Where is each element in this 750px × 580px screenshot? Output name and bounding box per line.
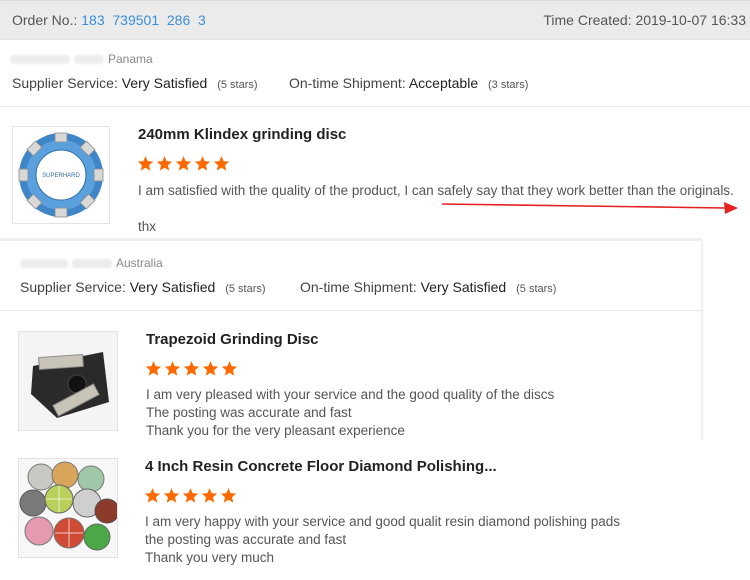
time-created-value: 2019-10-07 16:33 xyxy=(635,12,746,28)
divider xyxy=(0,310,702,311)
star-icon xyxy=(201,488,218,503)
star-icon xyxy=(183,361,200,376)
time-created-label: Time Created: xyxy=(543,12,632,28)
star-icon xyxy=(156,156,173,171)
shipment-value: Acceptable xyxy=(408,75,479,91)
star-icon xyxy=(163,488,180,503)
order-number-link[interactable]: 183 739501 286 3 xyxy=(81,12,206,28)
redacted-buyer-name xyxy=(72,259,112,269)
divider xyxy=(0,106,750,107)
star-icon xyxy=(220,488,237,503)
review-text-line: I am very pleased with your service and … xyxy=(146,387,555,402)
product-star-rating xyxy=(145,360,240,382)
redacted-buyer-name xyxy=(74,55,104,65)
annotation-arrow-icon xyxy=(441,202,738,214)
review-text-line: I am very happy with your service and go… xyxy=(145,514,621,529)
star-icon xyxy=(202,361,219,376)
review-text-line: the posting was accurate and fast xyxy=(145,532,347,547)
star-icon xyxy=(175,156,192,171)
supplier-service-label: Supplier Service: xyxy=(20,279,126,295)
star-icon xyxy=(182,488,199,503)
shipment-label: On-time Shipment: xyxy=(300,279,417,295)
shipment-value: Very Satisfied xyxy=(420,279,507,295)
product-thumbnail[interactable] xyxy=(18,458,118,558)
product-title[interactable]: 240mm Klindex grinding disc xyxy=(138,126,346,143)
supplier-service-rating: Supplier Service: Very Satisfied (5 star… xyxy=(20,279,266,295)
product-thumbnail[interactable] xyxy=(18,331,118,431)
disc-brand-text: SUPERHARD xyxy=(42,173,80,179)
supplier-service-value: Very Satisfied xyxy=(121,75,208,91)
star-icon xyxy=(144,488,161,503)
star-icon xyxy=(213,156,230,171)
star-icon xyxy=(137,156,154,171)
redacted-buyer-name xyxy=(20,259,68,269)
product-title[interactable]: Trapezoid Grinding Disc xyxy=(146,331,319,348)
supplier-service-label: Supplier Service: xyxy=(12,75,118,91)
supplier-service-rating: Supplier Service: Very Satisfied (5 star… xyxy=(12,75,258,91)
buyer-location: Panama xyxy=(10,52,153,66)
order-number-label: Order No.: xyxy=(12,12,78,28)
shipment-rating: On-time Shipment: Very Satisfied (5 star… xyxy=(300,279,556,295)
product-title[interactable]: 4 Inch Resin Concrete Floor Diamond Poli… xyxy=(145,458,497,475)
review-text-line: thx xyxy=(138,219,157,234)
product-thumbnail[interactable]: SUPERHARD xyxy=(12,126,110,224)
review-text-line: Thank you very much xyxy=(145,550,275,565)
buyer-country: Panama xyxy=(108,52,153,66)
product-star-rating xyxy=(137,155,232,177)
trapezoid-disc-image xyxy=(19,332,117,430)
shipment-stars: (5 stars) xyxy=(516,283,557,295)
review-text-line: Thank you for the very pleasant experien… xyxy=(146,423,405,438)
product-star-rating xyxy=(144,487,239,509)
shipment-rating: On-time Shipment: Acceptable (3 stars) xyxy=(289,75,528,91)
supplier-service-stars: (5 stars) xyxy=(217,79,258,91)
polishing-pads-image xyxy=(19,459,117,557)
grinding-disc-image: SUPERHARD xyxy=(18,132,104,218)
supplier-service-value: Very Satisfied xyxy=(129,279,216,295)
star-icon xyxy=(221,361,238,376)
divider xyxy=(0,238,702,241)
buyer-country: Australia xyxy=(116,256,163,270)
supplier-service-stars: (5 stars) xyxy=(225,283,266,295)
shipment-label: On-time Shipment: xyxy=(289,75,406,91)
redacted-buyer-name xyxy=(10,55,70,65)
review-text-line: The posting was accurate and fast xyxy=(146,405,352,420)
star-icon xyxy=(164,361,181,376)
star-icon xyxy=(194,156,211,171)
order-number-row: Order No.: 183 739501 286 3 xyxy=(12,12,206,28)
star-icon xyxy=(145,361,162,376)
time-created-row: Time Created: 2019-10-07 16:33 xyxy=(543,12,746,28)
shipment-stars: (3 stars) xyxy=(488,79,529,91)
panel-edge xyxy=(701,240,703,440)
buyer-location: Australia xyxy=(20,256,163,270)
